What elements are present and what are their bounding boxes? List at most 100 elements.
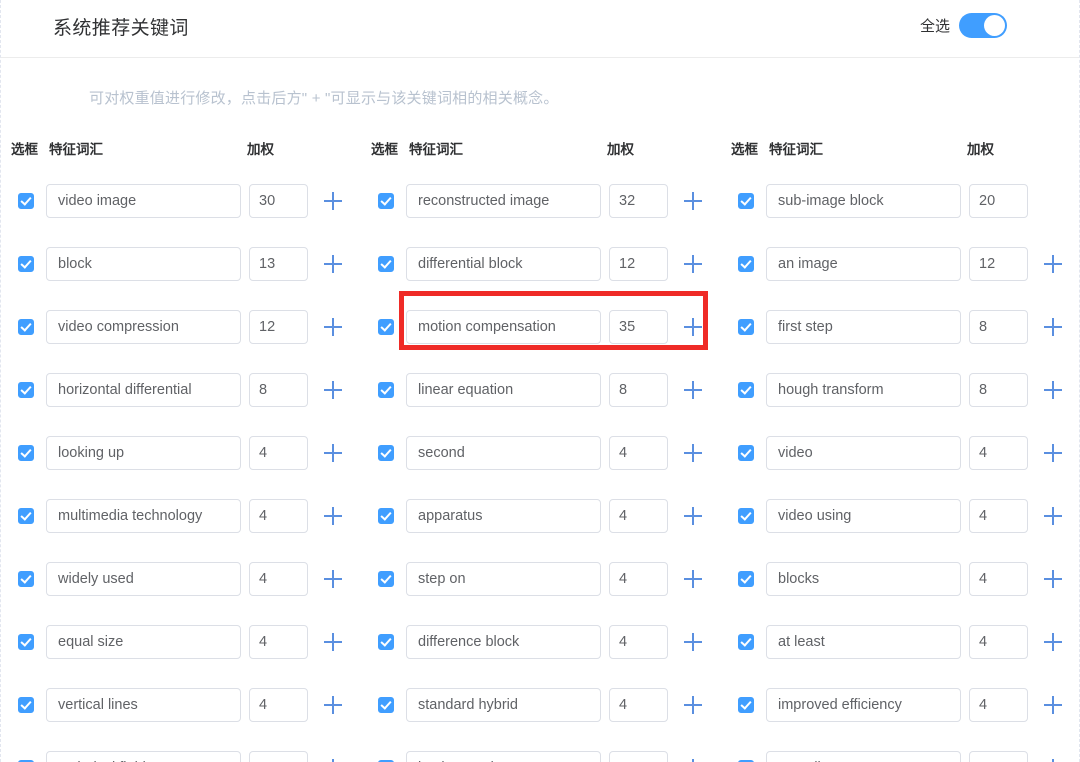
keyword-weight-input[interactable] [609,373,668,407]
keyword-weight-input[interactable] [609,562,668,596]
plus-icon[interactable] [1043,254,1063,274]
keyword-text-input[interactable] [46,562,241,596]
keyword-weight-input[interactable] [969,247,1028,281]
plus-icon[interactable] [683,443,703,463]
plus-icon[interactable] [683,380,703,400]
keyword-weight-input[interactable] [969,751,1028,762]
keyword-weight-input[interactable] [249,688,308,722]
plus-icon[interactable] [683,254,703,274]
plus-icon[interactable] [323,758,343,762]
keyword-weight-input[interactable] [249,436,308,470]
keyword-text-input[interactable] [46,247,241,281]
plus-icon[interactable] [683,695,703,715]
select-all-toggle[interactable] [959,13,1007,38]
plus-icon[interactable] [683,569,703,589]
keyword-text-input[interactable] [406,688,601,722]
keyword-checkbox[interactable] [18,319,34,335]
keyword-text-input[interactable] [46,499,241,533]
keyword-weight-input[interactable] [969,562,1028,596]
plus-icon[interactable] [1043,695,1063,715]
keyword-text-input[interactable] [766,751,961,762]
plus-icon[interactable] [1043,758,1063,762]
plus-icon[interactable] [1043,443,1063,463]
keyword-checkbox[interactable] [18,508,34,524]
keyword-text-input[interactable] [766,373,961,407]
plus-icon[interactable] [683,317,703,337]
keyword-weight-input[interactable] [969,184,1028,218]
keyword-weight-input[interactable] [969,373,1028,407]
plus-icon[interactable] [1043,317,1063,337]
keyword-checkbox[interactable] [738,193,754,209]
keyword-text-input[interactable] [406,247,601,281]
keyword-text-input[interactable] [406,751,601,762]
keyword-weight-input[interactable] [969,310,1028,344]
keyword-weight-input[interactable] [249,184,308,218]
keyword-text-input[interactable] [766,184,961,218]
keyword-weight-input[interactable] [249,373,308,407]
keyword-checkbox[interactable] [378,634,394,650]
keyword-checkbox[interactable] [738,508,754,524]
keyword-text-input[interactable] [46,625,241,659]
plus-icon[interactable] [323,569,343,589]
plus-icon[interactable] [323,380,343,400]
keyword-checkbox[interactable] [378,319,394,335]
keyword-checkbox[interactable] [738,697,754,713]
keyword-text-input[interactable] [406,184,601,218]
keyword-text-input[interactable] [46,436,241,470]
keyword-checkbox[interactable] [18,382,34,398]
keyword-text-input[interactable] [406,625,601,659]
plus-icon[interactable] [323,317,343,337]
keyword-weight-input[interactable] [969,499,1028,533]
keyword-weight-input[interactable] [609,499,668,533]
keyword-text-input[interactable] [766,625,961,659]
keyword-weight-input[interactable] [249,625,308,659]
keyword-checkbox[interactable] [378,697,394,713]
plus-icon[interactable] [683,632,703,652]
plus-icon[interactable] [323,632,343,652]
keyword-weight-input[interactable] [969,436,1028,470]
keyword-text-input[interactable] [46,310,241,344]
keyword-text-input[interactable] [766,688,961,722]
keyword-text-input[interactable] [766,562,961,596]
keyword-weight-input[interactable] [249,499,308,533]
keyword-checkbox[interactable] [378,256,394,272]
keyword-checkbox[interactable] [378,193,394,209]
plus-icon[interactable] [1043,632,1063,652]
keyword-weight-input[interactable] [969,688,1028,722]
keyword-text-input[interactable] [766,247,961,281]
keyword-text-input[interactable] [406,373,601,407]
keyword-text-input[interactable] [46,184,241,218]
keyword-weight-input[interactable] [609,436,668,470]
keyword-checkbox[interactable] [738,571,754,587]
keyword-checkbox[interactable] [738,445,754,461]
keyword-text-input[interactable] [406,436,601,470]
keyword-weight-input[interactable] [249,562,308,596]
plus-icon[interactable] [1043,380,1063,400]
keyword-checkbox[interactable] [378,445,394,461]
keyword-weight-input[interactable] [249,310,308,344]
plus-icon[interactable] [683,191,703,211]
keyword-checkbox[interactable] [738,634,754,650]
keyword-weight-input[interactable] [609,688,668,722]
keyword-text-input[interactable] [766,499,961,533]
keyword-checkbox[interactable] [738,382,754,398]
keyword-checkbox[interactable] [378,508,394,524]
plus-icon[interactable] [323,443,343,463]
plus-icon[interactable] [323,254,343,274]
plus-icon[interactable] [683,758,703,762]
plus-icon[interactable] [683,506,703,526]
keyword-checkbox[interactable] [378,571,394,587]
plus-icon[interactable] [1043,569,1063,589]
keyword-text-input[interactable] [406,310,601,344]
keyword-text-input[interactable] [766,436,961,470]
keyword-checkbox[interactable] [18,571,34,587]
keyword-checkbox[interactable] [18,634,34,650]
keyword-text-input[interactable] [406,499,601,533]
keyword-weight-input[interactable] [609,184,668,218]
keyword-text-input[interactable] [46,373,241,407]
plus-icon[interactable] [323,191,343,211]
keyword-weight-input[interactable] [249,247,308,281]
keyword-weight-input[interactable] [969,625,1028,659]
keyword-text-input[interactable] [46,751,241,762]
keyword-checkbox[interactable] [18,256,34,272]
